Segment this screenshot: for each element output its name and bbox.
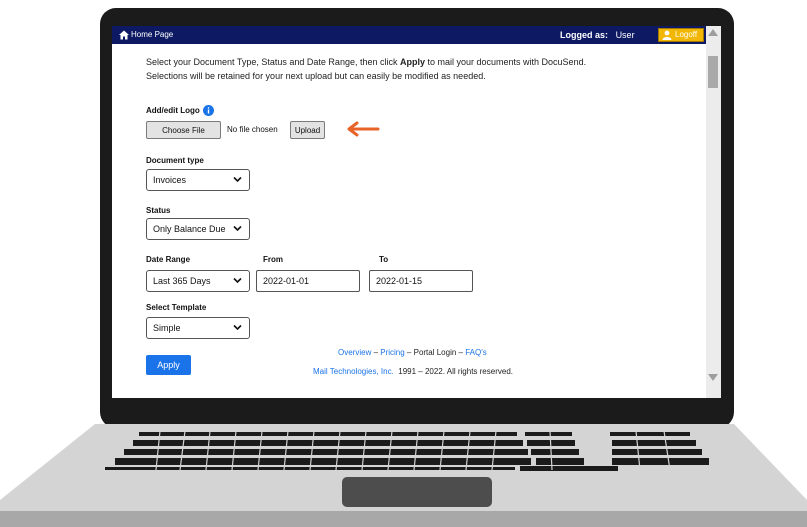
overview-link[interactable]: Overview [338, 348, 371, 357]
trackpad [342, 477, 492, 507]
document-type-value: Invoices [153, 175, 187, 185]
date-range-value: Last 365 Days [153, 276, 211, 286]
status-label: Status [146, 206, 171, 215]
from-label: From [263, 255, 283, 264]
logged-as-status: Logged as: User [560, 28, 635, 42]
template-value: Simple [153, 323, 181, 333]
laptop-front-edge [0, 511, 807, 527]
instructions-line-2: Selections will be retained for your nex… [146, 71, 486, 81]
upload-button[interactable]: Upload [290, 121, 325, 139]
chevron-down-icon [233, 225, 242, 232]
user-icon [662, 30, 672, 40]
pricing-link[interactable]: Pricing [380, 348, 404, 357]
vertical-scrollbar[interactable] [706, 26, 721, 398]
scroll-down-arrow-icon[interactable] [708, 374, 718, 381]
home-icon [119, 30, 129, 40]
info-icon[interactable] [202, 105, 214, 116]
copyright-line: Mail Technologies, Inc. 1991 – 2022. All… [313, 367, 513, 376]
footer-links: Overview – Pricing – Portal Login – FAQ'… [338, 348, 487, 357]
company-name[interactable]: Mail Technologies, Inc. [313, 367, 394, 376]
apply-button[interactable]: Apply [146, 355, 191, 375]
no-file-chosen-text: No file chosen [227, 125, 278, 134]
scroll-up-arrow-icon[interactable] [708, 29, 718, 36]
arrow-left-icon [347, 121, 380, 137]
chevron-down-icon [233, 176, 242, 183]
chevron-down-icon [233, 277, 242, 284]
user-name: User [615, 30, 635, 40]
logo-section-label: Add/edit Logo [146, 105, 214, 116]
logoff-button[interactable]: Logoff [658, 28, 704, 42]
copyright-text: 1991 – 2022. All rights reserved. [398, 367, 513, 376]
top-nav-bar: Home Page Logged as: User Logoff [112, 26, 706, 44]
home-page-label: Home Page [131, 30, 174, 39]
faqs-link[interactable]: FAQ's [465, 348, 487, 357]
to-date-input[interactable]: 2022-01-15 [369, 270, 473, 292]
to-label: To [379, 255, 389, 264]
home-page-link[interactable]: Home Page [119, 28, 173, 42]
chevron-down-icon [233, 324, 242, 331]
status-value: Only Balance Due [153, 224, 226, 234]
portal-login-text: Portal Login [413, 348, 457, 357]
scroll-thumb[interactable] [708, 56, 718, 88]
date-range-select[interactable]: Last 365 Days [146, 270, 250, 292]
from-date-input[interactable]: 2022-01-01 [256, 270, 360, 292]
select-template-label: Select Template [146, 303, 207, 312]
template-select[interactable]: Simple [146, 317, 250, 339]
document-type-select[interactable]: Invoices [146, 169, 250, 191]
browser-screen: Home Page Logged as: User Logoff Select … [112, 26, 721, 398]
instructions-line-1: Select your Document Type, Status and Da… [146, 57, 587, 67]
choose-file-button[interactable]: Choose File [146, 121, 221, 139]
apply-keyword: Apply [399, 57, 425, 67]
status-select[interactable]: Only Balance Due [146, 218, 250, 240]
logoff-label: Logoff [675, 30, 698, 39]
logged-as-label: Logged as: [560, 30, 609, 40]
date-range-label: Date Range [146, 255, 191, 264]
document-type-label: Document type [146, 156, 204, 165]
